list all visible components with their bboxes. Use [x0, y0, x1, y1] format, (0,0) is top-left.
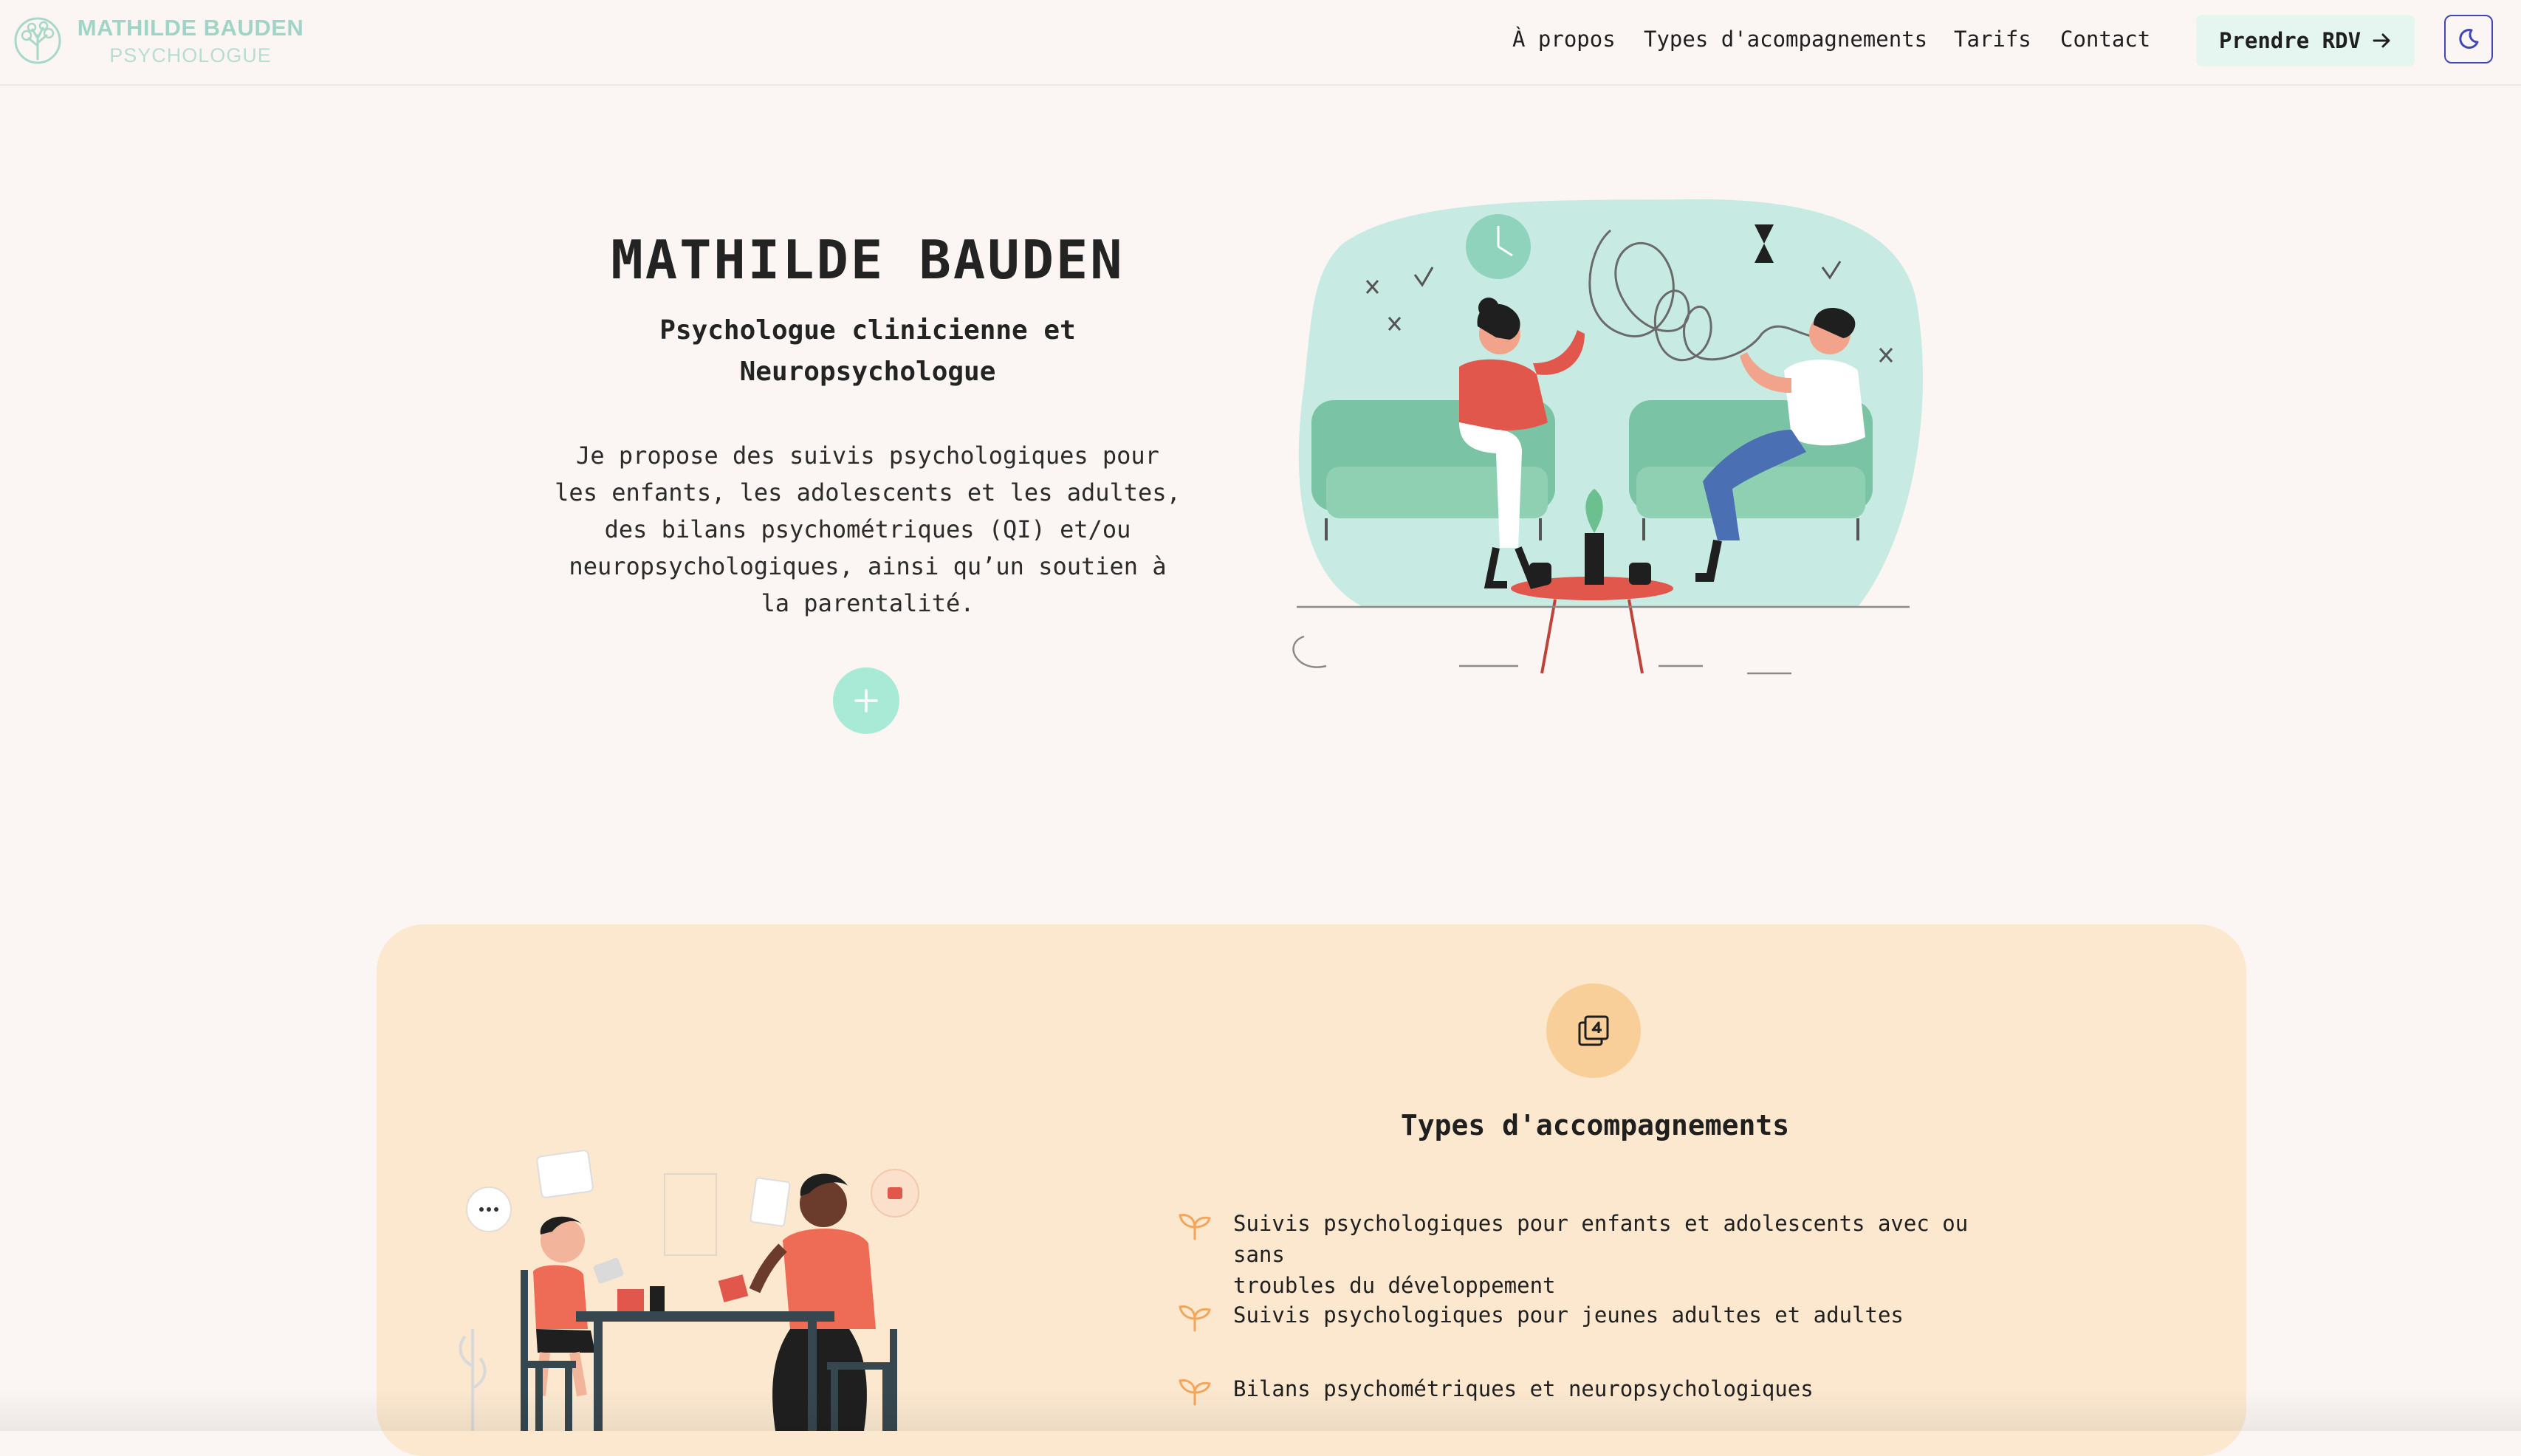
service-text: Suivis psychologiques pour enfants et ad… — [1233, 1208, 2031, 1301]
theme-toggle-button[interactable] — [2444, 15, 2493, 63]
nav-link-types-accompagnements[interactable]: Types d'acompagnements — [1644, 27, 1927, 52]
nav-link-contact[interactable]: Contact — [2060, 27, 2150, 52]
service-text: Bilans psychométriques et neuropsycholog… — [1233, 1373, 2031, 1404]
hero-subtitle-line: Psychologue clinicienne et — [659, 315, 1076, 346]
arrow-right-icon — [2373, 33, 2390, 48]
logo-name: MATHILDE BAUDEN — [77, 15, 304, 41]
moon-icon — [2459, 29, 2479, 49]
plus-icon — [854, 689, 878, 712]
service-line: troubles du développement — [1233, 1273, 1556, 1298]
services-title: Types d'accompagnements — [1400, 1109, 1790, 1141]
hero-description: Je propose des suivis psychologiques pou… — [546, 437, 1189, 622]
services-icon-badge — [1546, 983, 1641, 1078]
hero-title: MATHILDE BAUDEN — [611, 229, 1125, 291]
sprout-icon — [1179, 1379, 1211, 1406]
site-header: MATHILDE BAUDEN PSYCHOLOGUE À propos Typ… — [0, 0, 2521, 86]
service-line: Bilans psychométriques et neuropsycholog… — [1233, 1376, 1814, 1401]
numbered-layers-icon — [1578, 1015, 1609, 1046]
brain-tree-icon — [14, 17, 61, 64]
logo-subtitle: PSYCHOLOGUE — [109, 44, 272, 66]
therapy-session-illustration — [1292, 199, 1924, 675]
prendre-rdv-button[interactable]: Prendre RDV — [2196, 15, 2415, 66]
hero-desc-line: la parentalité. — [761, 589, 975, 617]
sprout-icon — [1179, 1305, 1211, 1332]
cta-label: Prendre RDV — [2218, 28, 2361, 53]
logo[interactable]: MATHILDE BAUDEN PSYCHOLOGUE — [10, 12, 303, 71]
hero-desc-line: des bilans psychométriques (QI) et/ou — [604, 515, 1131, 543]
service-line: Suivis psychologiques pour jeunes adulte… — [1233, 1302, 1904, 1328]
sprout-icon — [1179, 1214, 1211, 1240]
hero-desc-line: neuropsychologiques, ainsi qu’un soutien… — [569, 552, 1167, 580]
hero-subtitle-line: Neuropsychologue — [739, 357, 996, 387]
nav-link-a-propos[interactable]: À propos — [1512, 27, 1616, 52]
hero-desc-line: les enfants, les adolescents et les adul… — [555, 478, 1181, 506]
nav-link-tarifs[interactable]: Tarifs — [1954, 27, 2031, 52]
service-text: Suivis psychologiques pour jeunes adulte… — [1233, 1299, 2031, 1330]
hero-subtitle: Psychologue clinicienne et Neuropsycholo… — [591, 310, 1145, 393]
puzzle-play-illustration — [459, 1150, 919, 1431]
more-button[interactable] — [833, 667, 899, 734]
hero-desc-line: Je propose des suivis psychologiques pou… — [576, 442, 1159, 470]
service-line: Suivis psychologiques pour enfants et ad… — [1233, 1211, 1969, 1267]
